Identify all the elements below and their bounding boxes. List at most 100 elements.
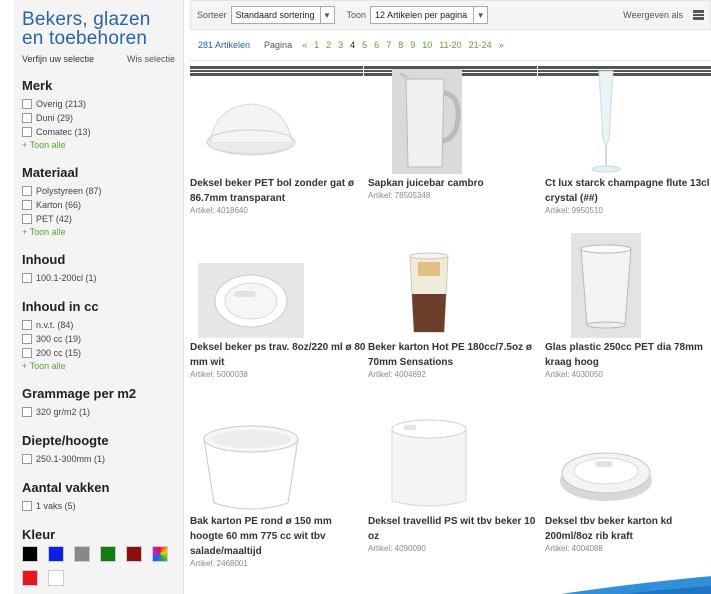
product-name[interactable]: Deksel beker PET bol zonder gat ø 86.7mm…: [190, 176, 366, 206]
facet-option[interactable]: 200 cc (15): [22, 346, 175, 360]
color-swatch[interactable]: [126, 546, 142, 562]
facet-title: Grammage per m2: [22, 386, 137, 401]
sort-toolbar: Sorteer Standaard sortering ▼ Toon 12 Ar…: [190, 0, 711, 76]
product-name[interactable]: Deksel travellid PS wit tbv beker 10 oz: [368, 514, 544, 544]
white-lid-icon[interactable]: [190, 230, 366, 340]
product-name[interactable]: Sapkan juicebar cambro: [368, 176, 544, 191]
page-link[interactable]: 10: [422, 40, 432, 50]
page-link[interactable]: 4: [350, 40, 355, 50]
color-swatch[interactable]: [22, 546, 38, 562]
checkbox[interactable]: [22, 113, 32, 123]
facet-color: Kleur: [14, 527, 183, 586]
show-all-link[interactable]: + Toon alle: [22, 360, 175, 372]
page-link[interactable]: 21-24: [469, 40, 492, 50]
page-link[interactable]: 6: [374, 40, 379, 50]
product-name[interactable]: Beker karton Hot PE 180cc/7.5oz ø 70mm S…: [368, 340, 544, 370]
flute-icon[interactable]: [545, 66, 711, 176]
product-card[interactable]: Deksel beker ps trav. 8oz/220 ml ø 80 mm…: [190, 230, 366, 380]
facet-option[interactable]: 300 cc (19): [22, 332, 175, 346]
color-swatch[interactable]: [74, 546, 90, 562]
color-swatch[interactable]: [48, 570, 64, 586]
facet-option[interactable]: 250.1-300mm (1): [22, 452, 175, 466]
article-number: Artikel: 9950510: [545, 206, 603, 215]
product-card[interactable]: Sapkan juicebar cambro Artikel: 78505348: [368, 66, 544, 201]
checkbox[interactable]: [22, 214, 32, 224]
dome-lid-icon[interactable]: [190, 66, 366, 176]
page-link[interactable]: »: [499, 40, 504, 50]
color-swatch[interactable]: [48, 546, 64, 562]
checkbox[interactable]: [22, 407, 32, 417]
clear-selection-link[interactable]: Wis selectie: [127, 54, 175, 64]
product-card[interactable]: Deksel travellid PS wit tbv beker 10 oz A…: [368, 404, 544, 554]
page-link[interactable]: 11-20: [439, 40, 461, 50]
facet-option[interactable]: Overig (213): [22, 97, 175, 111]
color-swatch[interactable]: [152, 546, 168, 562]
facet-option[interactable]: 100.1-200cl (1): [22, 271, 175, 285]
product-name[interactable]: Glas plastic 250cc PET dia 78mm kraag ho…: [545, 340, 711, 370]
facet-title: Merk: [22, 78, 53, 93]
facet-4: Grammage per m2 320 gr/m2 (1): [14, 386, 183, 419]
facet-option-label: Karton (66): [36, 200, 82, 210]
per-page-select[interactable]: 12 Artikelen per pagina ▼: [370, 6, 489, 24]
product-card[interactable]: Beker karton Hot PE 180cc/7.5oz ø 70mm S…: [368, 230, 544, 380]
pitcher-icon[interactable]: [368, 66, 544, 176]
article-number: Artikel: 78505348: [368, 191, 431, 200]
list-view-icon[interactable]: [693, 10, 704, 20]
product-card[interactable]: Bak karton PE rond ø 150 mm hoogte 60 mm…: [190, 404, 366, 569]
paper-cup-icon[interactable]: [368, 230, 544, 340]
product-card[interactable]: Glas plastic 250cc PET dia 78mm kraag ho…: [545, 230, 711, 380]
checkbox[interactable]: [22, 200, 32, 210]
decorative-swoosh: [561, 576, 711, 594]
sort-select[interactable]: Standaard sortering ▼: [230, 6, 335, 24]
facet-option[interactable]: PET (42): [22, 212, 175, 226]
checkbox[interactable]: [22, 348, 32, 358]
chevron-down-icon: ▼: [473, 7, 487, 23]
product-listing: Sorteer Standaard sortering ▼ Toon 12 Ar…: [190, 0, 711, 594]
facet-option[interactable]: Duni (29): [22, 111, 175, 125]
facet-option-label: 250.1-300mm (1): [36, 454, 106, 464]
facet-option[interactable]: 320 gr/m2 (1): [22, 405, 175, 419]
checkbox[interactable]: [22, 99, 32, 109]
product-name[interactable]: Deksel beker ps trav. 8oz/220 ml ø 80 mm…: [190, 340, 366, 370]
facet-option-label: Duni (29): [36, 113, 74, 123]
product-card[interactable]: Ct lux starck champagne flute 13cl cryst…: [545, 66, 711, 216]
facet-option[interactable]: Comatec (13): [22, 125, 175, 139]
checkbox[interactable]: [22, 501, 32, 511]
page-link[interactable]: 1: [314, 40, 319, 50]
facet-title: Diepte/hoogte: [22, 433, 109, 448]
show-all-link[interactable]: + Toon alle: [22, 139, 175, 151]
plastic-glass-icon[interactable]: [545, 230, 711, 340]
bowl-icon[interactable]: [190, 404, 366, 514]
checkbox[interactable]: [22, 320, 32, 330]
article-number: Artikel: 4004088: [545, 544, 603, 553]
rib-lid-icon[interactable]: [545, 404, 711, 514]
product-card[interactable]: Deksel tbv beker karton kd 200ml/8oz rib…: [545, 404, 711, 554]
refine-row: Verfijn uw selectie Wis selectie: [14, 48, 183, 64]
checkbox[interactable]: [22, 273, 32, 283]
travel-lid-icon[interactable]: [368, 404, 544, 514]
page-link[interactable]: 3: [338, 40, 343, 50]
product-name[interactable]: Ct lux starck champagne flute 13cl cryst…: [545, 176, 711, 206]
product-name[interactable]: Bak karton PE rond ø 150 mm hoogte 60 mm…: [190, 514, 366, 559]
color-swatch[interactable]: [100, 546, 116, 562]
show-all-link[interactable]: + Toon alle: [22, 226, 175, 238]
color-swatch[interactable]: [22, 570, 38, 586]
facet-2: Inhoud 100.1-200cl (1): [14, 252, 183, 285]
page-link[interactable]: 9: [410, 40, 415, 50]
facet-option[interactable]: Karton (66): [22, 198, 175, 212]
product-name[interactable]: Deksel tbv beker karton kd 200ml/8oz rib…: [545, 514, 711, 544]
product-card[interactable]: Deksel beker PET bol zonder gat ø 86.7mm…: [190, 66, 366, 216]
page-link[interactable]: 5: [362, 40, 367, 50]
checkbox[interactable]: [22, 186, 32, 196]
checkbox[interactable]: [22, 127, 32, 137]
page-link[interactable]: «: [302, 40, 307, 50]
checkbox[interactable]: [22, 334, 32, 344]
page-link[interactable]: 2: [326, 40, 331, 50]
page-link[interactable]: 8: [398, 40, 403, 50]
facet-option[interactable]: 1 vaks (5): [22, 499, 175, 513]
checkbox[interactable]: [22, 454, 32, 464]
article-number: Artikel: 4090090: [368, 544, 426, 553]
page-link[interactable]: 7: [386, 40, 391, 50]
facet-option[interactable]: Polystyreen (87): [22, 184, 175, 198]
facet-option[interactable]: n.v.t. (84): [22, 318, 175, 332]
